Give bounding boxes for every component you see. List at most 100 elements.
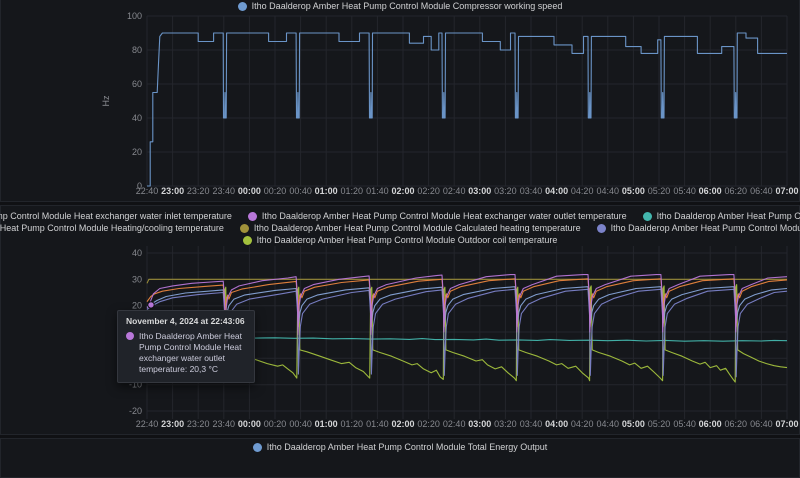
legend-row: Itho Daalderop Amber Heat Pump Control M… [237,1,562,11]
compressor-speed-chart[interactable]: 02040608010022:40 23:00 23:20 23:40 00:00 00:… [1,0,800,202]
x-tick-label: 23:40 [213,419,236,429]
legend-row: Itho Daalderop Amber Heat Pump Control M… [252,442,548,452]
tooltip-timestamp: November 4, 2024 at 22:43:06 [126,316,245,326]
x-tick-label: 01:00 [315,186,338,196]
x-tick-label: 02:00 [391,186,414,196]
y-tick-label: 60 [132,79,142,89]
x-tick-label: 03:40 [520,419,543,429]
x-tick-label: 04:40 [597,186,620,196]
legend-item[interactable]: Itho Daalderop Amber Heat Pump Control M… [242,235,558,245]
x-tick-label: 02:00 [391,419,414,429]
x-tick-label: 23:00 [161,186,184,196]
x-tick-label: 23:40 [213,186,236,196]
series-color-dot [252,442,262,452]
legend-item-label: Itho Daalderop Amber Heat Pump Control M… [266,442,548,452]
legend-row: Itho Daalderop Amber Heat Pump Control M… [242,235,558,245]
x-tick-label: 05:40 [673,186,696,196]
x-tick-label: 00:00 [238,186,261,196]
x-tick-label: 04:40 [597,419,620,429]
x-tick-label: 06:40 [750,419,773,429]
y-tick-label: 30 [132,274,142,284]
x-tick-label: 06:40 [750,186,773,196]
hovered-point-marker [147,301,155,309]
legend-item-label: Itho Daalderop Amber Heat Pump Control M… [610,223,800,233]
x-tick-label: 23:00 [161,419,184,429]
series-color-dot [596,223,606,233]
chart-tooltip: November 4, 2024 at 22:43:06 Itho Daalde… [117,310,255,384]
x-tick-label: 00:40 [289,186,312,196]
legend-item[interactable]: Itho Daalderop Amber Heat Pump Control M… [247,211,627,221]
x-tick-label: 23:20 [187,419,210,429]
x-tick-label: 00:20 [264,419,287,429]
series-line-0 [147,32,787,187]
axis-labels: 02040608010022:40 23:00 23:20 23:40 00:00 00:… [101,11,799,196]
x-tick-label: 01:40 [366,186,389,196]
y-tick-label: 40 [132,113,142,123]
x-tick-label: 04:20 [571,419,594,429]
legend-item[interactable]: Itho Daalderop Amber Heat Pump Control M… [252,442,548,452]
legend-item[interactable]: Itho Daalderop Amber Heat Pump Control M… [642,211,800,221]
tooltip-value: 20,3 °C [189,364,219,375]
y-tick-label: 20 [132,147,142,157]
x-tick-label: 22:40 [136,419,159,429]
series-color-dot [239,223,249,233]
y-tick-label: -20 [129,406,142,416]
y-axis-unit: Hz [101,95,111,106]
x-tick-label: 04:00 [545,186,568,196]
x-tick-label: 01:00 [315,419,338,429]
x-tick-label: 06:20 [725,419,748,429]
x-tick-label: 06:20 [725,186,748,196]
x-tick-label: 04:00 [545,419,568,429]
series-lines [147,32,787,187]
grid-lines [146,15,788,187]
x-tick-label: 05:20 [648,419,671,429]
x-tick-label: 22:40 [136,186,159,196]
x-tick-label: 06:00 [699,186,722,196]
compressor-chart-legend: Itho Daalderop Amber Heat Pump Control M… [1,1,799,11]
x-tick-label: 00:20 [264,186,287,196]
x-tick-label: 07:00 [775,419,798,429]
x-tick-label: 06:00 [699,419,722,429]
x-tick-label: 05:00 [622,186,645,196]
legend-item[interactable]: Itho Daalderop Amber Heat Pump Control M… [596,223,800,233]
x-tick-label: 02:20 [417,186,440,196]
x-tick-label: 03:00 [468,186,491,196]
x-tick-label: 03:20 [494,419,517,429]
series-color-dot [242,235,252,245]
x-tick-label: 02:40 [443,419,466,429]
legend-item-label: Itho Daalderop Amber Heat Pump Control M… [253,223,581,233]
series-color-dot [247,211,257,221]
x-tick-label: 01:20 [341,419,364,429]
legend-row: Itho Daalderop Amber Heat Pump Control M… [0,211,800,221]
energy-chart-legend: Itho Daalderop Amber Heat Pump Control M… [1,442,799,452]
x-tick-label: 05:20 [648,186,671,196]
series-color-dot [126,332,134,340]
tooltip-series-row: Itho Daalderop Amber Heat Pump Control M… [126,331,246,375]
y-tick-label: 100 [127,11,142,21]
x-tick-label: 03:00 [468,419,491,429]
temperatures-chart-legend: Itho Daalderop Amber Heat Pump Control M… [0,211,800,245]
x-tick-label: 02:20 [417,419,440,429]
x-tick-label: 03:20 [494,186,517,196]
y-tick-label: 80 [132,45,142,55]
x-tick-label: 23:20 [187,186,210,196]
legend-item-label: Itho Daalderop Amber Heat Pump Control M… [256,235,558,245]
series-color-dot [237,1,247,11]
legend-item[interactable]: Itho Daalderop Amber Heat Pump Control M… [237,1,562,11]
legend-item-label: Itho Daalderop Amber Heat Pump Control M… [0,223,224,233]
x-tick-label: 01:20 [341,186,364,196]
y-tick-label: 40 [132,248,142,258]
x-tick-label: 00:00 [238,419,261,429]
series-color-dot [642,211,652,221]
x-tick-label: 01:40 [366,419,389,429]
legend-row: Itho Daalderop Amber Heat Pump Control M… [0,223,800,233]
panel-total-energy-output: Itho Daalderop Amber Heat Pump Control M… [0,438,800,478]
x-tick-label: 05:40 [673,419,696,429]
legend-item[interactable]: Itho Daalderop Amber Heat Pump Control M… [239,223,581,233]
legend-item[interactable]: Itho Daalderop Amber Heat Pump Control M… [0,223,224,233]
legend-item-label: Itho Daalderop Amber Heat Pump Control M… [0,211,232,221]
legend-item-label: Itho Daalderop Amber Heat Pump Control M… [656,211,800,221]
legend-item-label: Itho Daalderop Amber Heat Pump Control M… [261,211,627,221]
legend-item[interactable]: Itho Daalderop Amber Heat Pump Control M… [0,211,232,221]
x-tick-label: 05:00 [622,419,645,429]
